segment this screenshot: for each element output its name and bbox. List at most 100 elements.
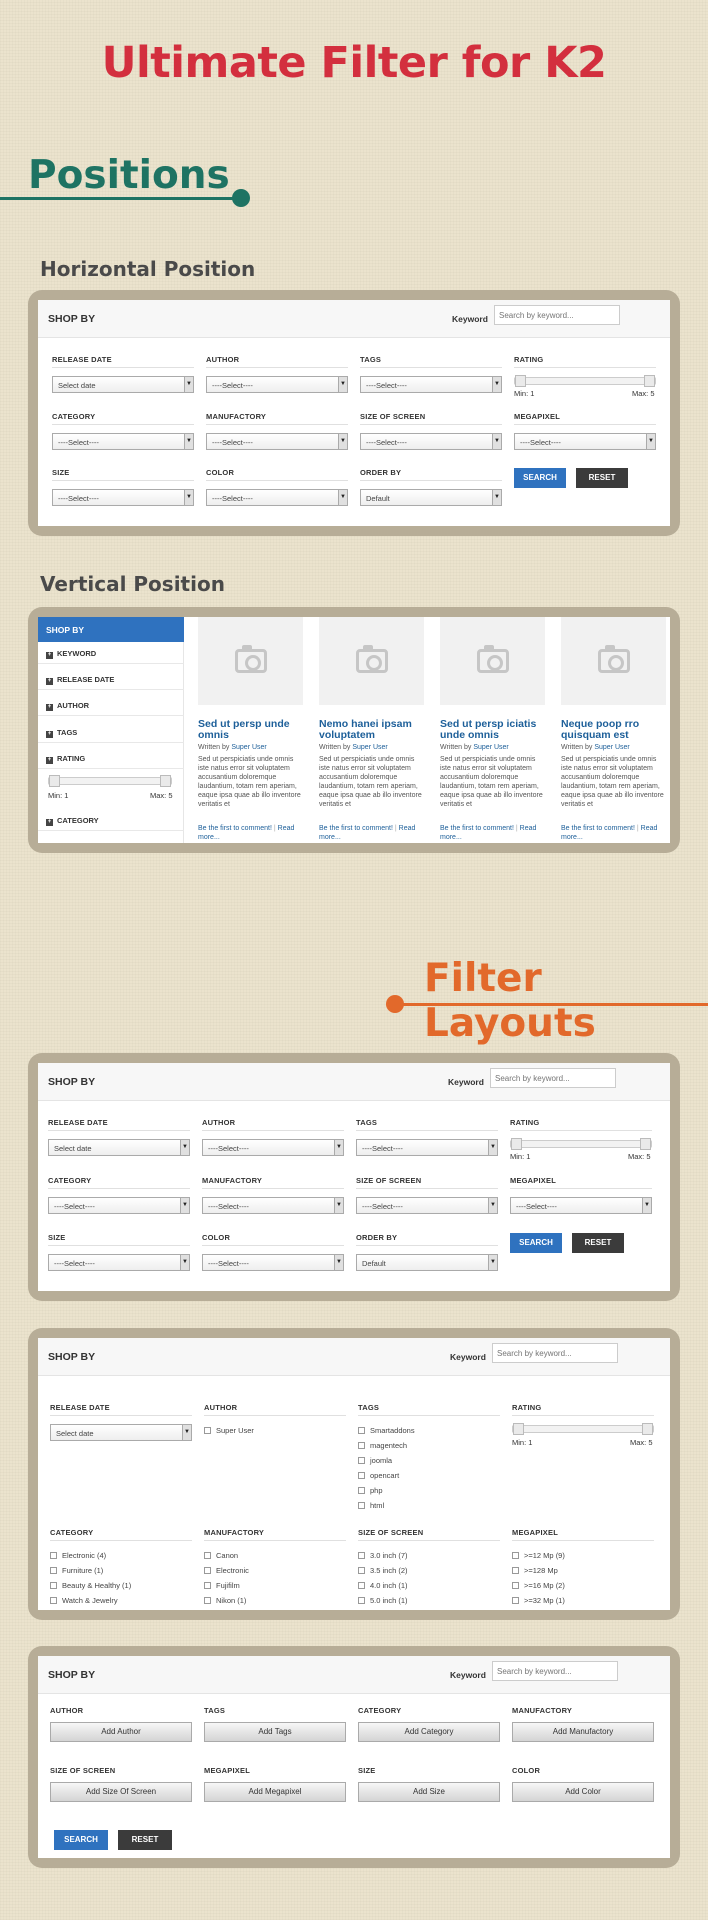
slider-min-handle[interactable] (513, 1423, 524, 1435)
checkbox[interactable] (50, 1552, 57, 1559)
author-select[interactable]: ----Select---- ▼ (206, 376, 348, 393)
card-image-placeholder[interactable] (561, 617, 666, 705)
size-of-screen-select[interactable]: ----Select---- ▼ (356, 1197, 498, 1214)
comment-link[interactable]: Be the first to comment! (319, 825, 393, 832)
checkbox-item[interactable]: opencart (358, 1471, 399, 1480)
add-manufactory-button[interactable]: Add Manufactory (512, 1722, 654, 1742)
slider-min-handle[interactable] (515, 375, 526, 387)
add-category-button[interactable]: Add Category (358, 1722, 500, 1742)
sidebar-item-tags[interactable]: + TAGS (38, 721, 184, 743)
slider-min-handle[interactable] (49, 775, 60, 787)
size-select[interactable]: ----Select---- ▼ (48, 1254, 190, 1271)
sidebar-item-release-date[interactable]: + RELEASE DATE (38, 668, 184, 690)
reset-button[interactable]: RESET (576, 468, 628, 488)
color-select[interactable]: ----Select---- ▼ (202, 1254, 344, 1271)
release-date-select[interactable]: Select date ▼ (50, 1424, 192, 1441)
checkbox-item[interactable]: Super User (204, 1426, 254, 1435)
card-author-link[interactable]: Super User (473, 744, 508, 751)
checkbox[interactable] (358, 1552, 365, 1559)
rating-slider[interactable] (514, 375, 656, 387)
sidebar-item-author[interactable]: + AUTHOR (38, 694, 184, 716)
checkbox[interactable] (358, 1582, 365, 1589)
checkbox-item[interactable]: Electronic (204, 1566, 249, 1575)
order-by-select[interactable]: Default ▼ (356, 1254, 498, 1271)
checkbox[interactable] (50, 1597, 57, 1604)
comment-link[interactable]: Be the first to comment! (198, 825, 272, 832)
checkbox-item[interactable]: 4.0 inch (1) (358, 1581, 408, 1590)
checkbox[interactable] (358, 1597, 365, 1604)
release-date-select[interactable]: Select date ▼ (48, 1139, 190, 1156)
rating-slider[interactable] (48, 775, 172, 787)
size-select[interactable]: ----Select---- ▼ (52, 489, 194, 506)
checkbox[interactable] (50, 1582, 57, 1589)
comment-link[interactable]: Be the first to comment! (440, 825, 514, 832)
card-image-placeholder[interactable] (198, 617, 303, 705)
keyword-search-input[interactable] (494, 305, 620, 325)
rating-slider[interactable] (512, 1423, 654, 1435)
checkbox[interactable] (204, 1582, 211, 1589)
card-title[interactable]: Sed ut persp unde omnis (198, 719, 304, 741)
category-select[interactable]: ----Select---- ▼ (48, 1197, 190, 1214)
checkbox[interactable] (512, 1567, 519, 1574)
checkbox[interactable] (204, 1427, 211, 1434)
checkbox-item[interactable]: >=128 Mp (512, 1566, 558, 1575)
checkbox-item[interactable]: Watch & Jewelry (50, 1596, 118, 1605)
release-date-select[interactable]: Select date ▼ (52, 376, 194, 393)
card-title[interactable]: Nemo hanei ipsam voluptatem (319, 719, 425, 741)
checkbox-item[interactable]: 3.5 inch (2) (358, 1566, 408, 1575)
checkbox-item[interactable]: php (358, 1486, 383, 1495)
reset-button[interactable]: RESET (572, 1233, 624, 1253)
checkbox[interactable] (358, 1427, 365, 1434)
slider-max-handle[interactable] (160, 775, 171, 787)
checkbox-item[interactable]: Beauty & Healthy (1) (50, 1581, 131, 1590)
sidebar-item-rating[interactable]: + RATING (38, 747, 184, 769)
comment-link[interactable]: Be the first to comment! (561, 825, 635, 832)
color-select[interactable]: ----Select---- ▼ (206, 489, 348, 506)
reset-button[interactable]: RESET (118, 1830, 172, 1850)
manufactory-select[interactable]: ----Select---- ▼ (202, 1197, 344, 1214)
slider-max-handle[interactable] (642, 1423, 653, 1435)
sidebar-item-category[interactable]: + CATEGORY (38, 809, 184, 831)
checkbox-item[interactable]: 3.0 inch (7) (358, 1551, 408, 1560)
add-author-button[interactable]: Add Author (50, 1722, 192, 1742)
checkbox[interactable] (204, 1597, 211, 1604)
card-title[interactable]: Neque poop rro quisquam est (561, 719, 667, 741)
checkbox-item[interactable]: Nikon (1) (204, 1596, 246, 1605)
card-author-link[interactable]: Super User (352, 744, 387, 751)
checkbox-item[interactable]: >=16 Mp (2) (512, 1581, 565, 1590)
slider-max-handle[interactable] (644, 375, 655, 387)
checkbox[interactable] (358, 1487, 365, 1494)
checkbox[interactable] (358, 1442, 365, 1449)
manufactory-select[interactable]: ----Select---- ▼ (206, 433, 348, 450)
order-by-select[interactable]: Default ▼ (360, 489, 502, 506)
slider-min-handle[interactable] (511, 1138, 522, 1150)
add-color-button[interactable]: Add Color (512, 1782, 654, 1802)
checkbox-item[interactable]: html (358, 1501, 384, 1510)
checkbox[interactable] (204, 1552, 211, 1559)
checkbox-item[interactable]: Canon (204, 1551, 238, 1560)
checkbox-item[interactable]: >=12 Mp (9) (512, 1551, 565, 1560)
megapixel-select[interactable]: ----Select---- ▼ (514, 433, 656, 450)
checkbox[interactable] (512, 1597, 519, 1604)
checkbox-item[interactable]: Electronic (4) (50, 1551, 106, 1560)
card-author-link[interactable]: Super User (594, 744, 629, 751)
category-select[interactable]: ----Select---- ▼ (52, 433, 194, 450)
add-tags-button[interactable]: Add Tags (204, 1722, 346, 1742)
card-title[interactable]: Sed ut persp iciatis unde omnis (440, 719, 546, 741)
search-button[interactable]: SEARCH (514, 468, 566, 488)
checkbox[interactable] (50, 1567, 57, 1574)
checkbox[interactable] (204, 1567, 211, 1574)
checkbox-item[interactable]: Smartaddons (358, 1426, 415, 1435)
keyword-search-input[interactable] (490, 1068, 616, 1088)
checkbox-item[interactable]: Furniture (1) (50, 1566, 103, 1575)
size-of-screen-select[interactable]: ----Select---- ▼ (360, 433, 502, 450)
checkbox[interactable] (358, 1567, 365, 1574)
keyword-search-input[interactable] (492, 1661, 618, 1681)
checkbox-item[interactable]: joomla (358, 1456, 392, 1465)
checkbox-item[interactable]: magentech (358, 1441, 407, 1450)
checkbox-item[interactable]: 5.0 inch (1) (358, 1596, 408, 1605)
tags-select[interactable]: ----Select---- ▼ (356, 1139, 498, 1156)
card-image-placeholder[interactable] (319, 617, 424, 705)
card-author-link[interactable]: Super User (231, 744, 266, 751)
add-size-of-screen-button[interactable]: Add Size Of Screen (50, 1782, 192, 1802)
